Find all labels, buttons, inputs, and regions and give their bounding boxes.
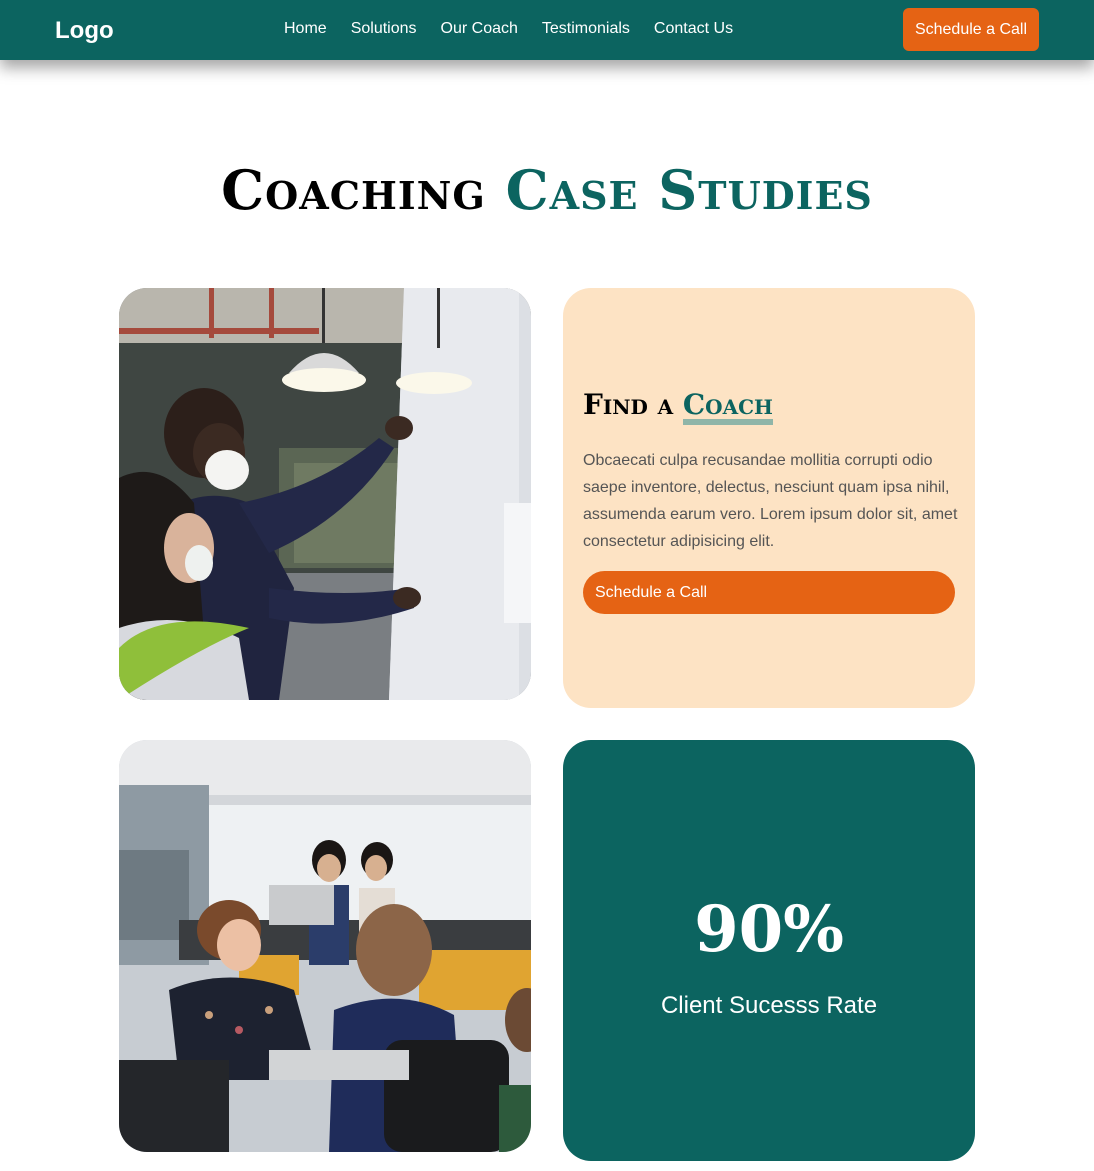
find-coach-heading-plain: Find a: [583, 388, 674, 421]
find-coach-card: Find a Coach Obcaecati culpa recusandae …: [563, 288, 975, 708]
find-coach-heading: Find a Coach: [583, 388, 773, 425]
nav-link-home[interactable]: Home: [284, 20, 327, 38]
page-title: Coaching Case Studies: [0, 158, 1094, 222]
logo[interactable]: Logo: [55, 17, 114, 45]
find-coach-body: Obcaecati culpa recusandae mollitia corr…: [583, 452, 958, 550]
nav-link-our-coach[interactable]: Our Coach: [441, 20, 518, 38]
people-whiteboard-photo: [119, 288, 531, 700]
nav-link-testimonials[interactable]: Testimonials: [542, 20, 630, 38]
page-title-highlight: Case Studies: [505, 158, 874, 222]
success-rate-label: Client Sucesss Rate: [660, 992, 878, 1019]
nav-schedule-call-button[interactable]: Schedule a Call: [903, 8, 1039, 51]
find-coach-heading-highlight: Coach: [682, 388, 773, 425]
nav-link-solutions[interactable]: Solutions: [351, 20, 417, 38]
page-title-plain: Coaching: [221, 158, 486, 222]
success-rate-card: 90% Client Sucesss Rate: [563, 740, 975, 1161]
nav-link-contact-us[interactable]: Contact Us: [654, 20, 733, 38]
nav-links: Home Solutions Our Coach Testimonials Co…: [284, 20, 757, 38]
navbar: Logo Home Solutions Our Coach Testimonia…: [0, 0, 1094, 60]
find-coach-schedule-call-button[interactable]: Schedule a Call: [583, 571, 955, 614]
office-team-photo: [119, 740, 531, 1152]
success-rate-value: 90%: [694, 892, 844, 967]
